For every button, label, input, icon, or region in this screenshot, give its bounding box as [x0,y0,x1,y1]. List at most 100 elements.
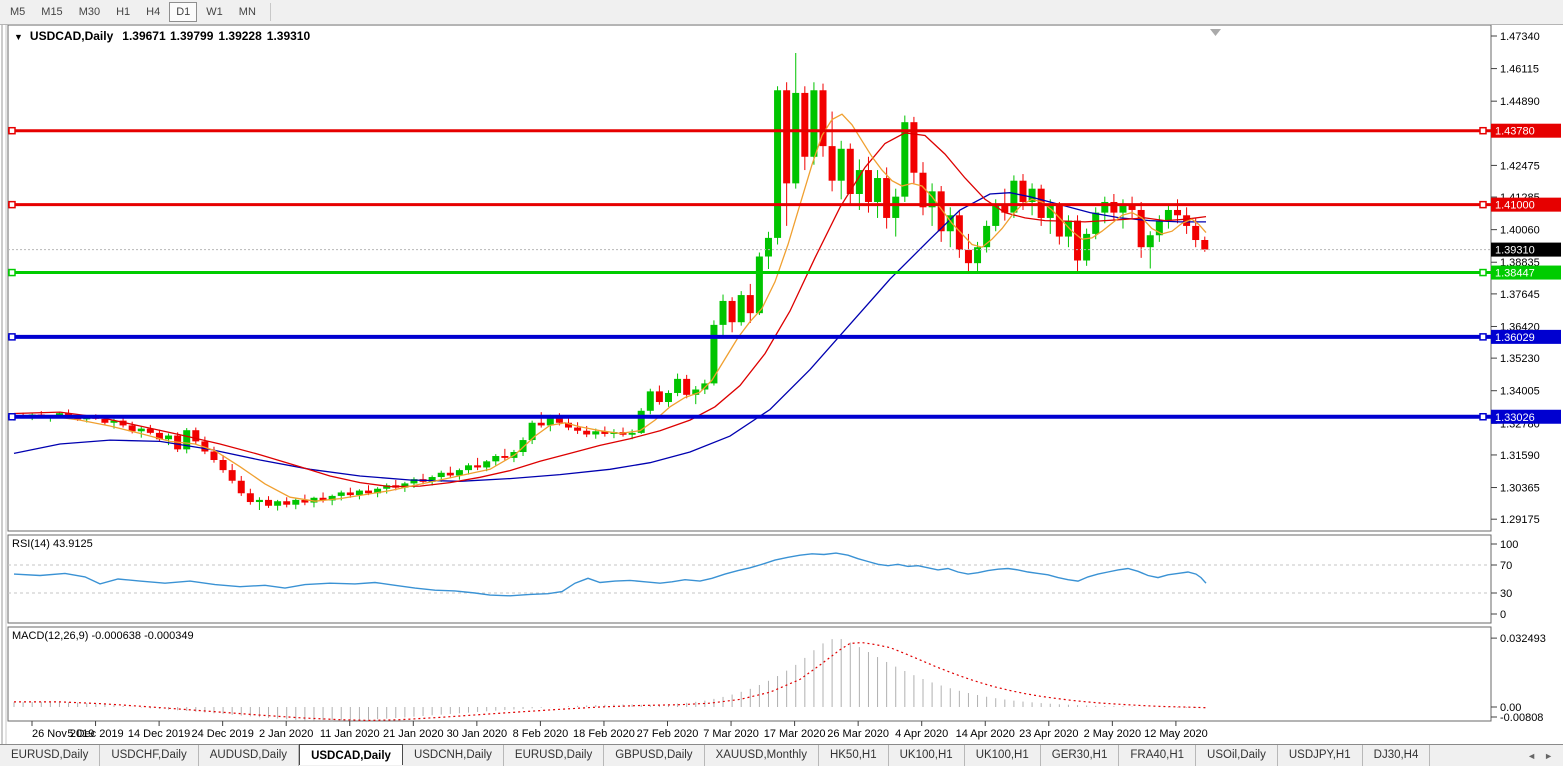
timeframe-button-mn[interactable]: MN [232,2,263,22]
date-label: 26 Mar 2020 [827,728,889,740]
tab-dj30-h4-15[interactable]: DJ30,H4 [1363,745,1431,766]
level-line-handle[interactable] [1480,202,1486,208]
date-label: 12 May 2020 [1144,728,1208,740]
tab-usdjpy-h1-14[interactable]: USDJPY,H1 [1278,745,1363,766]
candle-body [1201,240,1208,250]
tab-scroll-right-icon[interactable]: ► [1544,751,1553,761]
tab-eurusd-daily-0[interactable]: EURUSD,Daily [0,745,100,766]
candle-body [1165,210,1172,221]
price-tag-label: 1.38447 [1495,268,1535,280]
candle-body [247,493,254,502]
candle-body [1065,221,1072,237]
timeframe-button-h4[interactable]: H4 [139,2,167,22]
tab-fra40-h1-12[interactable]: FRA40,H1 [1119,745,1196,766]
date-label: 27 Feb 2020 [637,728,699,740]
tab-eurusd-daily-5[interactable]: EURUSD,Daily [504,745,604,766]
macd-panel[interactable] [8,627,1491,721]
price-tag-label: 1.33026 [1495,412,1535,424]
candle-body [810,90,817,157]
chart-window[interactable]: 1.473401.461151.448901.424751.412851.400… [0,25,1563,744]
rsi-tick-label: 70 [1500,560,1512,572]
date-label: 5 Dec 2019 [67,728,123,740]
timeframe-toolbar: M5M15M30H1H4D1W1MN [0,0,1563,25]
timeframe-button-m15[interactable]: M15 [34,2,69,22]
candle-body [438,473,445,477]
date-label: 14 Apr 2020 [956,728,1015,740]
tab-hk50-h1-8[interactable]: HK50,H1 [819,745,889,766]
timeframe-button-m5[interactable]: M5 [3,2,32,22]
price-tick-label: 1.40060 [1500,225,1540,237]
date-label: 18 Feb 2020 [573,728,635,740]
price-tick-label: 1.46115 [1500,64,1539,76]
candle-body [883,178,890,218]
candle-body [756,257,763,314]
candle-body [1174,210,1181,215]
level-line-handle[interactable] [9,128,15,134]
title-open: 1.39671 [122,29,166,43]
timeframe-button-h1[interactable]: H1 [109,2,137,22]
toolbar-separator [270,3,271,21]
title-close: 1.39310 [267,29,311,43]
price-tag-label: 1.36029 [1495,332,1535,344]
level-line-handle[interactable] [1480,128,1486,134]
tab-gbpusd-daily-6[interactable]: GBPUSD,Daily [604,745,704,766]
tab-uk100-h1-10[interactable]: UK100,H1 [965,745,1041,766]
tab-uk100-h1-9[interactable]: UK100,H1 [889,745,965,766]
candle-body [574,428,581,431]
price-tick-label: 1.42475 [1500,160,1540,172]
macd-tick-label: -0.00808 [1500,712,1543,724]
rsi-tick-label: 30 [1500,588,1512,600]
date-label: 7 Mar 2020 [703,728,759,740]
chart-canvas[interactable]: 1.473401.461151.448901.424751.412851.400… [0,25,1563,744]
level-line-handle[interactable] [9,414,15,420]
date-label: 21 Jan 2020 [383,728,444,740]
candle-body [274,501,281,506]
candle-body [356,491,363,496]
tab-usdchf-daily-1[interactable]: USDCHF,Daily [100,745,198,766]
candle-body [583,431,590,435]
candle-body [747,295,754,313]
timeframe-button-w1[interactable]: W1 [199,2,230,22]
symbol-tab-bar: EURUSD,DailyUSDCHF,DailyAUDUSD,DailyUSDC… [0,744,1563,766]
rsi-tick-label: 100 [1500,539,1518,551]
candle-body [829,146,836,181]
candle-body [347,492,354,495]
tab-ger30-h1-11[interactable]: GER30,H1 [1041,745,1120,766]
candle-body [292,500,299,505]
date-label: 11 Jan 2020 [320,728,380,740]
candle-body [874,178,881,202]
symbol-dropdown-icon[interactable]: ▼ [14,32,23,42]
title-symbol: USDCAD,Daily [30,29,114,43]
candle-body [538,423,545,426]
candle-body [774,90,781,238]
level-line-handle[interactable] [9,270,15,276]
level-line-handle[interactable] [1480,334,1486,340]
candle-body [956,215,963,250]
candle-body [338,492,345,495]
candle-body [674,379,681,393]
rsi-panel[interactable] [8,535,1491,623]
level-line-handle[interactable] [1480,270,1486,276]
candle-body [447,473,454,476]
level-line-handle[interactable] [9,202,15,208]
level-line-handle[interactable] [9,334,15,340]
date-label: 2 Jan 2020 [259,728,313,740]
timeframe-button-d1[interactable]: D1 [169,2,197,22]
timeframe-button-m30[interactable]: M30 [72,2,107,22]
tab-usdcad-daily-3[interactable]: USDCAD,Daily [299,744,403,765]
main-price-panel[interactable] [8,25,1491,531]
candle-body [465,465,472,470]
candle-body [592,431,599,434]
rsi-tick-label: 0 [1500,609,1506,621]
candle-body [138,429,145,432]
tab-usdcnh-daily-4[interactable]: USDCNH,Daily [403,745,504,766]
tab-usoil-daily-13[interactable]: USOil,Daily [1196,745,1278,766]
tab-audusd-daily-2[interactable]: AUDUSD,Daily [199,745,299,766]
candle-body [501,456,508,458]
tab-xauusd-monthly-7[interactable]: XAUUSD,Monthly [705,745,819,766]
candle-body [838,149,845,181]
level-line-handle[interactable] [1480,414,1486,420]
price-tick-label: 1.44890 [1500,96,1540,108]
price-tag-label: 1.41000 [1495,200,1535,212]
tab-scroll-left-icon[interactable]: ◄ [1527,751,1536,761]
